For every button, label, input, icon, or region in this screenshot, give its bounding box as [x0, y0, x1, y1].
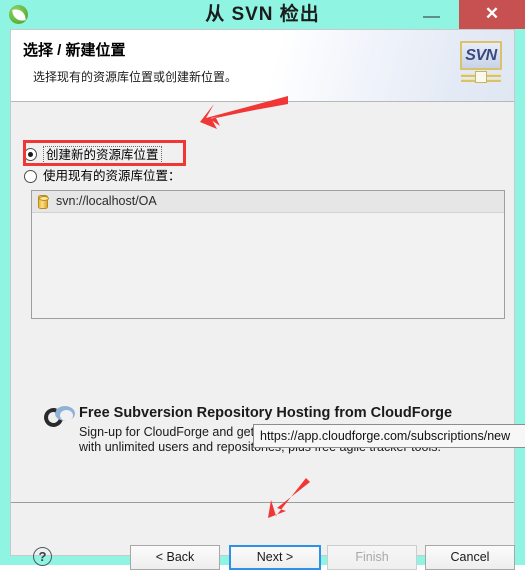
radio-use-existing-indicator[interactable] [24, 170, 37, 183]
promo-title: Free Subversion Repository Hosting from … [79, 405, 453, 421]
svn-stand-knob [475, 71, 487, 83]
radio-create-new-label: 创建新的资源库位置 [43, 146, 162, 164]
dialog-header: 选择 / 新建位置 选择现有的资源库位置或创建新位置。 SVN [11, 30, 514, 102]
dialog-body: 选择 / 新建位置 选择现有的资源库位置或创建新位置。 SVN 创建新的资源库位… [10, 29, 515, 570]
close-icon: ✕ [484, 4, 500, 23]
page-title: 选择 / 新建位置 [23, 42, 126, 59]
cloudforge-cloud-icon [40, 404, 76, 431]
help-icon[interactable]: ? [33, 547, 52, 566]
radio-use-existing-label: 使用现有的资源库位置： [43, 169, 181, 183]
finish-button: Finish [327, 545, 417, 570]
list-item-label: svn://localhost/OA [56, 194, 157, 208]
url-tooltip: https://app.cloudforge.com/subscriptions… [253, 424, 525, 448]
minimize-button[interactable] [415, 0, 450, 29]
back-button[interactable]: < Back [130, 545, 220, 570]
cancel-button[interactable]: Cancel [425, 545, 515, 570]
page-subtitle: 选择现有的资源库位置或创建新位置。 [33, 70, 238, 84]
repository-list[interactable]: svn://localhost/OA [31, 190, 505, 319]
svn-monitor-shape: SVN [460, 41, 502, 70]
radio-create-new-indicator[interactable] [24, 148, 37, 161]
footer-separator [11, 502, 514, 503]
title-bar: 从 SVN 检出 ✕ [0, 0, 525, 29]
list-item[interactable]: svn://localhost/OA [32, 191, 504, 213]
close-button[interactable]: ✕ [459, 0, 525, 29]
repository-cylinder-icon [38, 195, 49, 209]
next-button[interactable]: Next > [229, 545, 321, 570]
svn-badge-label: SVN [465, 47, 497, 64]
svn-checkout-dialog-window: 从 SVN 检出 ✕ 选择 / 新建位置 选择现有的资源库位置或创建新位置。 S… [0, 0, 525, 570]
svn-badge-icon: SVN [458, 40, 504, 86]
